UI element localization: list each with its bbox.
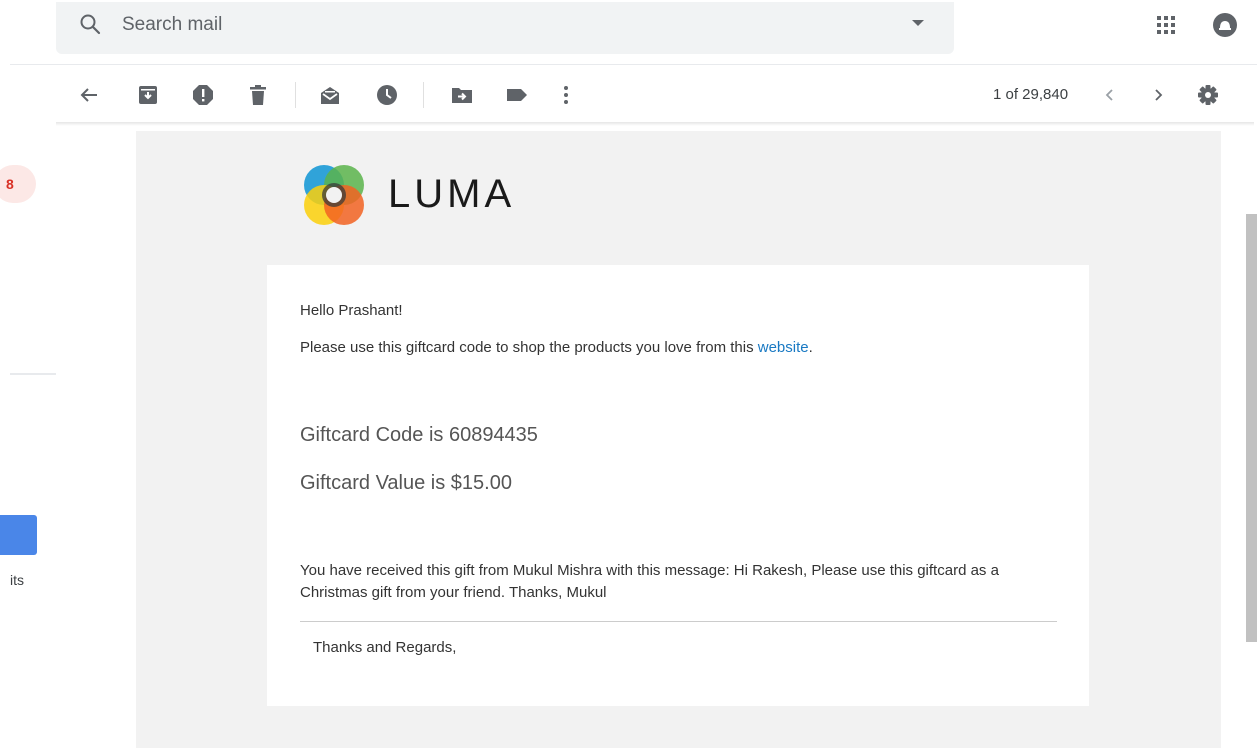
giftcard-code: Giftcard Code is 60894435 (300, 424, 538, 446)
settings-icon[interactable] (1197, 84, 1219, 106)
gmail-window: 1 of 29,840 8 its LUMA Hello Prashant! P… (0, 0, 1257, 748)
unread-count-badge[interactable]: 8 (0, 165, 36, 203)
search-input[interactable] (122, 12, 882, 38)
sidebar-partial-label[interactable]: its (10, 572, 24, 588)
email-signoff: Thanks and Regards, (313, 639, 457, 656)
sidebar-blue-button[interactable] (0, 515, 37, 555)
email-intro-end: . (808, 339, 813, 356)
card-divider (300, 621, 1057, 622)
snooze-icon[interactable] (376, 84, 398, 106)
sidebar-divider (10, 373, 56, 375)
pagination-count: 1 of 29,840 (993, 86, 1069, 103)
label-icon[interactable] (506, 84, 528, 106)
giftcard-value: Giftcard Value is $15.00 (300, 472, 512, 494)
back-arrow-icon[interactable] (78, 84, 100, 106)
archive-icon[interactable] (137, 84, 159, 106)
header-divider (10, 64, 1257, 65)
mark-unread-icon[interactable] (319, 84, 341, 106)
email-intro: Please use this giftcard code to shop th… (300, 339, 813, 356)
email-greeting: Hello Prashant! (300, 302, 403, 319)
report-spam-icon[interactable] (192, 84, 214, 106)
toolbar-separator (423, 82, 424, 108)
toolbar-separator (295, 82, 296, 108)
chevron-left-icon[interactable] (1099, 84, 1121, 106)
scrollbar[interactable] (1246, 214, 1257, 642)
brand-name: LUMA (388, 172, 516, 216)
chevron-right-icon[interactable] (1147, 84, 1169, 106)
apps-grid-icon[interactable] (1155, 14, 1177, 36)
luma-logo-icon (304, 165, 364, 225)
gift-message: You have received this gift from Mukul M… (300, 562, 999, 601)
dropdown-caret-icon[interactable] (912, 20, 924, 26)
email-intro-text: Please use this giftcard code to shop th… (300, 339, 758, 356)
account-icon[interactable] (1212, 12, 1238, 38)
search-icon[interactable] (78, 12, 102, 36)
delete-icon[interactable] (247, 84, 269, 106)
toolbar-shadow (56, 122, 1254, 126)
website-link[interactable]: website (758, 339, 809, 356)
move-to-icon[interactable] (451, 84, 473, 106)
more-vertical-icon[interactable] (555, 84, 577, 106)
